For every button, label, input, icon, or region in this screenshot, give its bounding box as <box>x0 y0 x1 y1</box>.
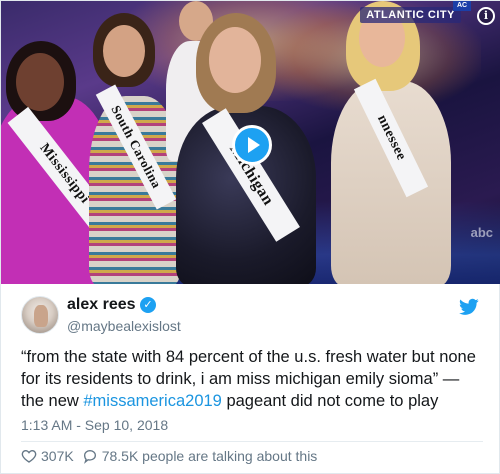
divider <box>21 441 483 442</box>
hashtag-link[interactable]: #missamerica2019 <box>83 392 221 410</box>
reply-bubble-icon <box>83 449 96 464</box>
author-handle[interactable]: @maybealexislost <box>67 318 181 334</box>
author-name[interactable]: alex rees <box>67 296 136 314</box>
heart-icon <box>21 449 37 463</box>
play-button[interactable] <box>232 125 272 165</box>
contestant-face <box>16 53 64 111</box>
network-badge: AC <box>453 1 471 11</box>
video-media[interactable]: Mississippi South Carolina Michigan nnes… <box>1 1 500 284</box>
talking-count: 78.5K people are talking about this <box>101 448 318 464</box>
avatar[interactable] <box>21 296 59 334</box>
tweet-body: alex rees ✓ @maybealexislost “from the s… <box>1 284 500 474</box>
tweet-text-after: pageant did not come to play <box>221 392 439 410</box>
like-action[interactable]: 307K <box>21 448 74 464</box>
like-count: 307K <box>41 448 74 464</box>
play-icon <box>247 137 260 153</box>
info-icon[interactable]: i <box>477 7 495 25</box>
tweet-timestamp[interactable]: 1:13 AM - Sep 10, 2018 <box>21 417 168 433</box>
tweet-text: “from the state with 84 percent of the u… <box>21 346 483 412</box>
verified-icon: ✓ <box>140 297 156 313</box>
reply-action[interactable]: 78.5K people are talking about this <box>82 448 318 464</box>
contestant-face <box>209 27 261 93</box>
tweet-embed-card: Mississippi South Carolina Michigan nnes… <box>0 0 500 474</box>
tweet-actions: 307K 78.5K people are talking about this <box>21 446 325 466</box>
abc-watermark: abc <box>470 225 493 240</box>
contestant-face <box>103 25 145 77</box>
network-label: ATLANTIC CITY <box>360 7 461 23</box>
twitter-bird-icon[interactable] <box>459 298 479 316</box>
avatar-figure <box>34 305 48 327</box>
